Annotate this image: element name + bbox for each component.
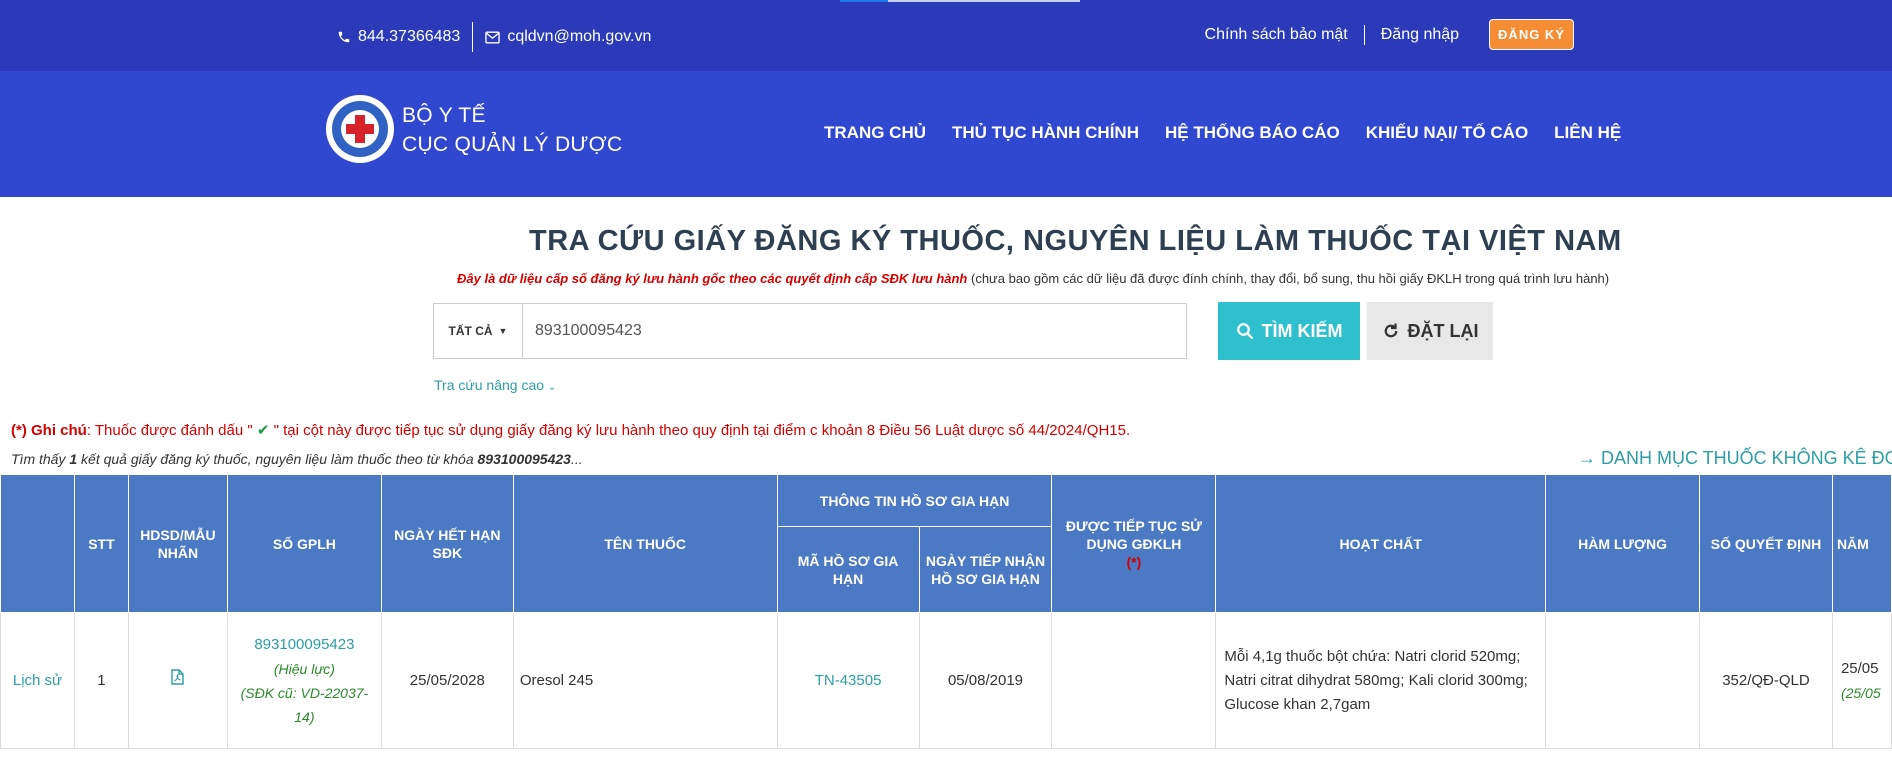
contact-phone[interactable]: 844.37366483 xyxy=(337,28,460,46)
cell-continued-use xyxy=(1051,612,1217,749)
nav-contact[interactable]: LIÊN HỆ xyxy=(1554,123,1621,143)
cell-active-ingredient: Mỗi 4,1g thuốc bột chứa: Natri clorid 52… xyxy=(1215,612,1547,749)
col-header-drug-name: TÊN THUỐC xyxy=(512,474,778,613)
refresh-icon xyxy=(1384,323,1397,338)
contact-email[interactable]: cqldvn@moh.gov.vn xyxy=(485,28,651,46)
phone-number: 844.37366483 xyxy=(358,28,461,45)
col-header-received-date: NGÀY TIẾP NHẬN HỒ SƠ GIA HẠN xyxy=(918,526,1053,613)
search-button-label: TÌM KIẾM xyxy=(1261,320,1343,341)
advanced-search-label: Tra cứu nâng cao xyxy=(434,377,545,393)
data-source-note-bold: Đây là dữ liệu cấp số đăng ký lưu hành g… xyxy=(457,271,968,286)
col-header-year: NĂM xyxy=(1831,474,1892,613)
col-header-label: HDSD/MẪU NHÃN xyxy=(127,474,228,613)
divider xyxy=(1363,24,1365,45)
col-header-stt: STT xyxy=(73,474,129,613)
nav-reporting-system[interactable]: HỆ THỐNG BÁO CÁO xyxy=(1165,123,1340,143)
legend-note-text-after: " tại cột này được tiếp tục sử dụng giấy… xyxy=(269,422,1131,439)
col-header-renewal-info: THÔNG TIN HỒ SƠ GIA HẠN xyxy=(776,474,1053,527)
page-title: TRA CỨU GIẤY ĐĂNG KÝ THUỐC, NGUYÊN LIỆU … xyxy=(529,225,1622,257)
col-header-continued-use-label: ĐƯỢC TIẾP TỤC SỬ DỤNG GĐKLH xyxy=(1065,517,1202,552)
email-address: cqldvn@moh.gov.vn xyxy=(507,28,652,45)
col-header-continued-use: ĐƯỢC TIẾP TỤC SỬ DỤNG GĐKLH (*) xyxy=(1051,474,1217,613)
results-summary-prefix: Tìm thấy xyxy=(11,451,70,467)
asterisk-marker: (*) xyxy=(1126,553,1142,570)
table-row: Lịch sử 1 893100095423 (Hiệu lực) (SĐK c… xyxy=(0,612,1892,749)
cell-received-date: 05/08/2019 xyxy=(918,612,1053,749)
results-keyword: 893100095423 xyxy=(477,451,571,467)
license-number-link[interactable]: 893100095423 xyxy=(234,633,375,657)
reset-button-label: ĐẶT LẠI xyxy=(1407,320,1479,341)
otc-catalog-link[interactable]: → DANH MỤC THUỐC KHÔNG KÊ ĐƠN xyxy=(1578,448,1892,469)
cell-strength xyxy=(1545,612,1700,749)
results-summary: Tìm thấy 1 kết quả giấy đăng ký thuốc, n… xyxy=(11,451,583,467)
results-table: STT HDSD/MẪU NHÃN SỐ GPLH NGÀY HẾT HẠN S… xyxy=(0,474,1892,749)
col-header-expiry-date: NGÀY HẾT HẠN SĐK xyxy=(380,474,514,613)
col-header-strength: HÀM LƯỢNG xyxy=(1545,474,1700,613)
envelope-icon xyxy=(485,31,501,43)
ministry-logo[interactable] xyxy=(326,95,394,163)
col-header-active-ingredient: HOẠT CHẤT xyxy=(1215,474,1547,613)
search-input[interactable] xyxy=(523,304,1187,358)
privacy-policy-link[interactable]: Chính sách bảo mật xyxy=(1205,26,1348,44)
old-registration-number: (SĐK cũ: VD-22037-14) xyxy=(240,684,369,725)
col-header-decision-number: SỐ QUYẾT ĐỊNH xyxy=(1699,474,1833,613)
cell-year-date-note: (25/05 xyxy=(1840,684,1881,701)
main-navigation: TRANG CHỦ THỦ TỤC HÀNH CHÍNH HỆ THỐNG BÁ… xyxy=(824,123,1621,143)
register-button[interactable]: ĐĂNG KÝ xyxy=(1489,19,1574,50)
cell-expiry-date: 25/05/2028 xyxy=(380,612,514,749)
caret-down-icon: ▼ xyxy=(498,326,508,336)
license-status: (Hiệu lực) xyxy=(273,660,335,677)
cell-license: 893100095423 (Hiệu lực) (SĐK cũ: VD-2203… xyxy=(226,612,382,749)
chevron-down-icon: ⌄ xyxy=(547,382,557,393)
results-summary-text: kết quả giấy đăng ký thuốc, nguyên liệu … xyxy=(77,451,478,467)
site-header: BỘ Y TẾ CỤC QUẢN LÝ DƯỢC TRANG CHỦ THỦ T… xyxy=(0,71,1892,197)
legend-note-label: (*) Ghi chú xyxy=(11,422,87,439)
cell-year-date: 25/05 xyxy=(1840,659,1879,677)
results-summary-suffix: ... xyxy=(570,451,583,467)
brand-line-ministry: BỘ Y TẾ xyxy=(402,104,486,127)
col-header-license-number: SỐ GPLH xyxy=(226,474,382,613)
search-filter-dropdown[interactable]: TẤT CẢ ▼ xyxy=(434,304,523,358)
col-header-history xyxy=(0,474,75,613)
search-filter-label: TẤT CẢ xyxy=(448,324,493,338)
pdf-file-icon[interactable] xyxy=(171,668,185,685)
cell-label-file xyxy=(127,612,228,749)
cell-stt: 1 xyxy=(73,612,129,749)
legend-note: (*) Ghi chú: Thuốc được đánh dấu " ✔ " t… xyxy=(11,421,1130,439)
brand-name[interactable]: BỘ Y TẾ CỤC QUẢN LÝ DƯỢC xyxy=(402,101,622,159)
data-source-note-rest: (chưa bao gồm các dữ liệu đã được đính c… xyxy=(971,271,1610,286)
cell-year: 25/05 (25/05 xyxy=(1831,612,1892,749)
col-header-renewal-code: MÃ HỒ SƠ GIA HẠN xyxy=(776,526,920,613)
top-bar: 844.37366483 cqldvn@moh.gov.vn Chính sác… xyxy=(0,0,1892,71)
results-table-wrap: STT HDSD/MẪU NHÃN SỐ GPLH NGÀY HẾT HẠN S… xyxy=(0,474,1892,749)
nav-complaints[interactable]: KHIẾU NẠI/ TỐ CÁO xyxy=(1366,123,1528,143)
cell-decision-number: 352/QĐ-QLD xyxy=(1699,612,1833,749)
login-link[interactable]: Đăng nhập xyxy=(1381,26,1459,44)
check-icon: ✔ xyxy=(256,422,270,439)
search-box: TẤT CẢ ▼ xyxy=(433,303,1187,359)
legend-note-text-before: : Thuốc được đánh dấu " xyxy=(86,422,257,439)
reset-button[interactable]: ĐẶT LẠI xyxy=(1367,302,1493,360)
data-source-note: Đây là dữ liệu cấp số đăng ký lưu hành g… xyxy=(457,271,1609,286)
loading-progress-bar xyxy=(840,0,1080,2)
search-icon xyxy=(1236,323,1253,339)
nav-home[interactable]: TRANG CHỦ xyxy=(824,123,926,143)
history-link[interactable]: Lịch sử xyxy=(0,612,75,749)
phone-icon xyxy=(338,31,350,43)
divider xyxy=(472,22,474,52)
cell-drug-name: Oresol 245 xyxy=(512,612,778,749)
brand-line-department: CỤC QUẢN LÝ DƯỢC xyxy=(402,133,623,156)
search-button[interactable]: TÌM KIẾM xyxy=(1218,302,1360,360)
advanced-search-link[interactable]: Tra cứu nâng cao ⌄ xyxy=(434,377,556,393)
results-count: 1 xyxy=(69,451,78,467)
renewal-code-link[interactable]: TN-43505 xyxy=(776,612,920,749)
nav-admin-procedures[interactable]: THỦ TỤC HÀNH CHÍNH xyxy=(952,123,1139,143)
